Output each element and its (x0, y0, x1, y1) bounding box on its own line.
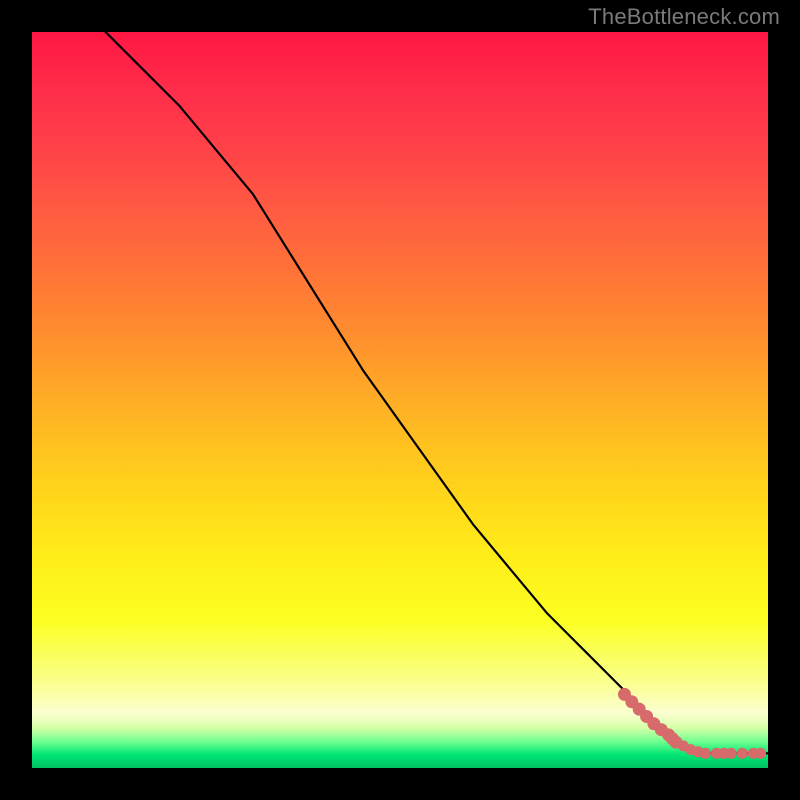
watermark-label: TheBottleneck.com (588, 4, 780, 30)
highlight-dots (618, 688, 766, 759)
overlay-svg (32, 32, 768, 768)
highlight-dot (737, 748, 748, 759)
highlight-dot (700, 748, 711, 759)
bottleneck-curve (106, 32, 768, 753)
chart-container: TheBottleneck.com (0, 0, 800, 800)
highlight-dot (755, 748, 766, 759)
highlight-dot (726, 748, 737, 759)
plot-area (32, 32, 768, 768)
